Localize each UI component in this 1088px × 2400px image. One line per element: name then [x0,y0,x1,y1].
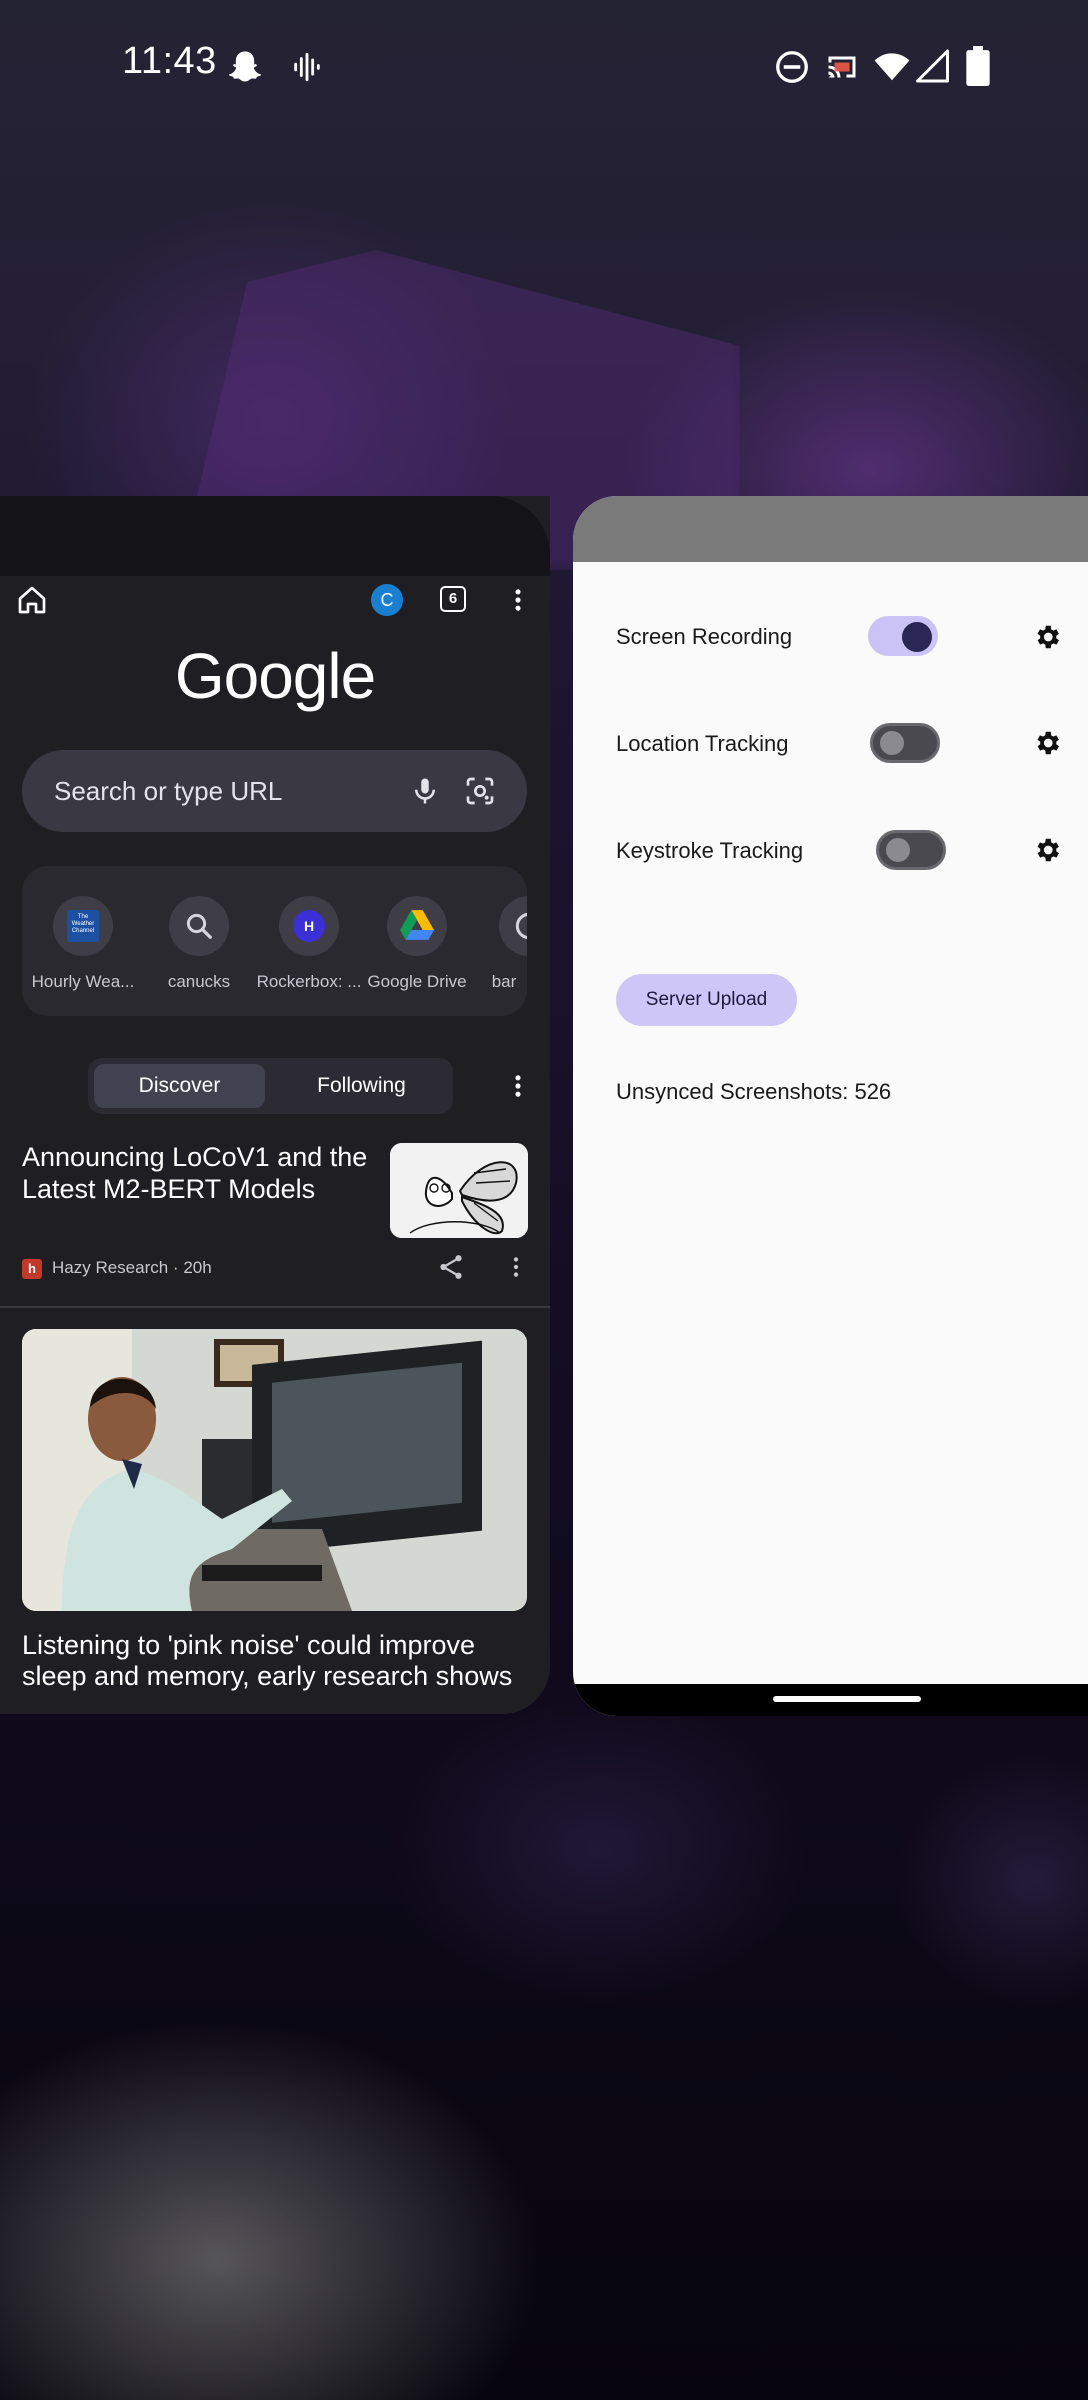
lens-camera-icon[interactable] [464,775,496,807]
rockerbox-icon: H [293,910,325,942]
snapchat-icon [229,51,261,82]
keystroke-tracking-toggle[interactable] [876,830,946,870]
unsynced-screenshots-count: Unsynced Screenshots: 526 [616,1079,892,1104]
butterfly-thumbnail[interactable] [390,1143,528,1238]
gesture-handle[interactable] [773,1696,921,1702]
signal-icon [916,49,949,83]
man-at-computer-photo[interactable] [22,1329,527,1611]
battery-icon [966,46,990,86]
shortcut-tiles: The Weather Channel Hourly Wea... canuck… [22,866,527,1016]
screen-recording-toggle[interactable] [868,616,938,656]
status-bar: 11:43 [0,0,1088,134]
google-logo: Google [174,640,376,712]
cast-icon [828,56,856,78]
article-title[interactable]: Announcing LoCoV1 and the Latest M2-BERT… [22,1141,377,1205]
share-icon[interactable] [436,1252,466,1282]
microphone-icon[interactable] [410,775,440,807]
search-placeholder: Search or type URL [54,776,283,806]
screen-recording-label: Screen Recording [616,624,793,649]
weather-channel-icon: The Weather Channel [67,910,99,942]
tab-switcher-button[interactable]: 6 [440,586,466,612]
chrome-icon [515,913,527,939]
voice-recorder-icon [294,52,320,82]
divider [0,1306,550,1308]
shortcut-label: canucks [167,972,231,991]
screen-recording-settings-icon[interactable] [1032,622,1062,652]
tracker-app-card[interactable]: Screen Recording Location Tracking Keyst… [573,496,1088,1716]
feed-tabs: Discover Following [88,1058,453,1114]
card-header [0,496,550,576]
shortcut-label: Rockerbox: ... [256,972,362,991]
shortcut-label: Google Drive [367,972,467,991]
location-tracking-settings-icon[interactable] [1032,728,1062,758]
tab-following[interactable]: Following [276,1064,447,1108]
feed-menu-icon[interactable] [504,1070,532,1102]
tab-discover[interactable]: Discover [94,1064,265,1108]
server-upload-button[interactable]: Server Upload [616,974,797,1026]
more-options-icon[interactable] [504,584,532,616]
location-tracking-toggle[interactable] [870,723,940,763]
article-title[interactable]: Listening to 'pink noise' could improve … [22,1630,532,1692]
omnibox-search[interactable]: Search or type URL [22,750,527,832]
do-not-disturb-icon [776,51,808,83]
account-avatar[interactable]: C [371,584,403,616]
location-tracking-label: Location Tracking [616,731,789,756]
chrome-app-card[interactable]: C 6 Google Search or type URL The Weathe… [0,496,550,1714]
home-icon[interactable] [16,584,48,616]
article-source: h Hazy Research · 20h [22,1258,212,1279]
keystroke-tracking-settings-icon[interactable] [1032,835,1062,865]
status-time: 11:43 [122,40,217,82]
shortcut-label: bar [491,972,517,991]
keystroke-tracking-label: Keystroke Tracking [616,838,804,863]
article-more-icon[interactable] [503,1252,529,1282]
search-icon [186,913,212,939]
wifi-icon [874,53,910,81]
hazy-research-logo: h [22,1258,42,1279]
app-top-bar [573,496,1088,562]
google-drive-icon [400,910,434,940]
shortcut-label: Hourly Wea... [31,972,135,991]
